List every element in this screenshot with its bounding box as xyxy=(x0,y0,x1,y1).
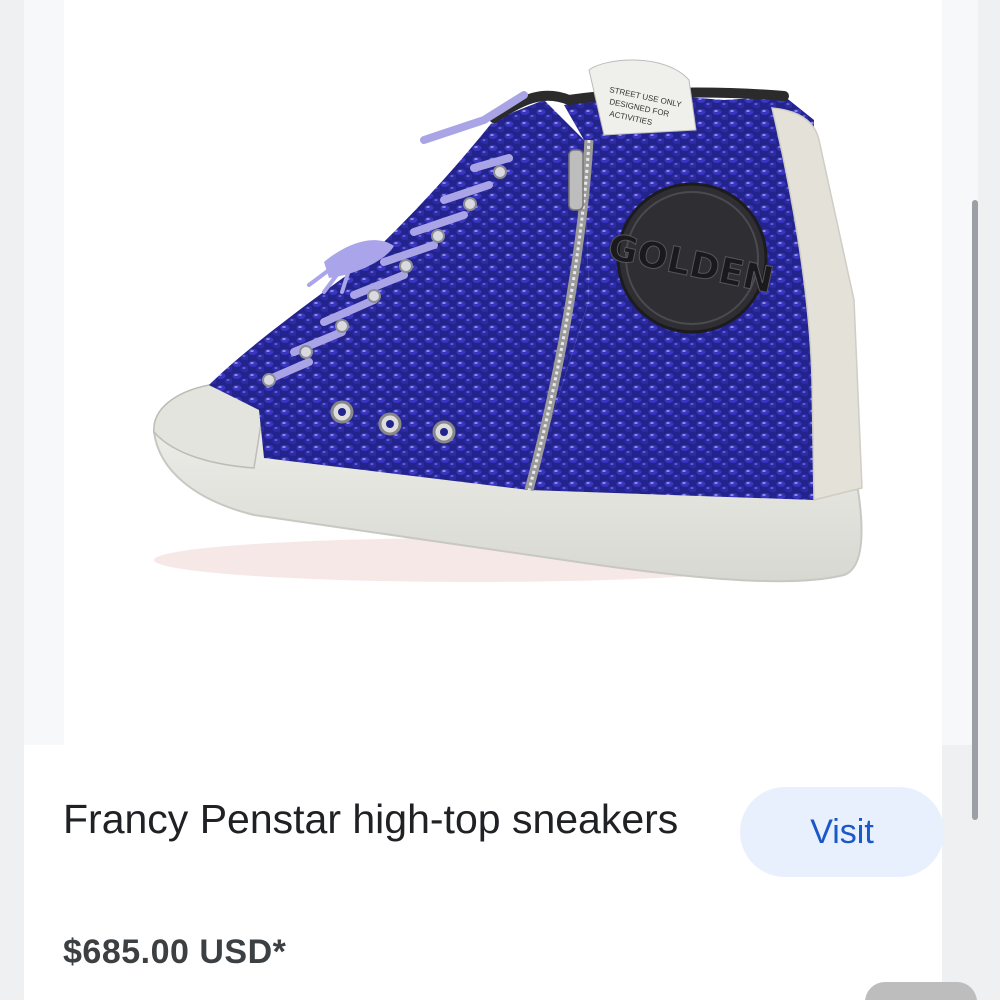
product-price: $685.00 USD* xyxy=(63,933,287,971)
product-title[interactable]: Francy Penstar high-top sneakers xyxy=(63,790,683,848)
product-image[interactable]: STREET USE ONLY DESIGNED FOR ACTIVITIES … xyxy=(24,0,942,745)
screen: STREET USE ONLY DESIGNED FOR ACTIVITIES … xyxy=(0,0,1000,1000)
image-gutter-left xyxy=(24,0,64,745)
left-margin xyxy=(0,0,24,1000)
sneaker-image: STREET USE ONLY DESIGNED FOR ACTIVITIES … xyxy=(152,59,863,583)
scrollbar[interactable] xyxy=(972,200,978,820)
floating-pill[interactable] xyxy=(865,982,977,1000)
visit-button[interactable]: Visit xyxy=(740,787,944,877)
